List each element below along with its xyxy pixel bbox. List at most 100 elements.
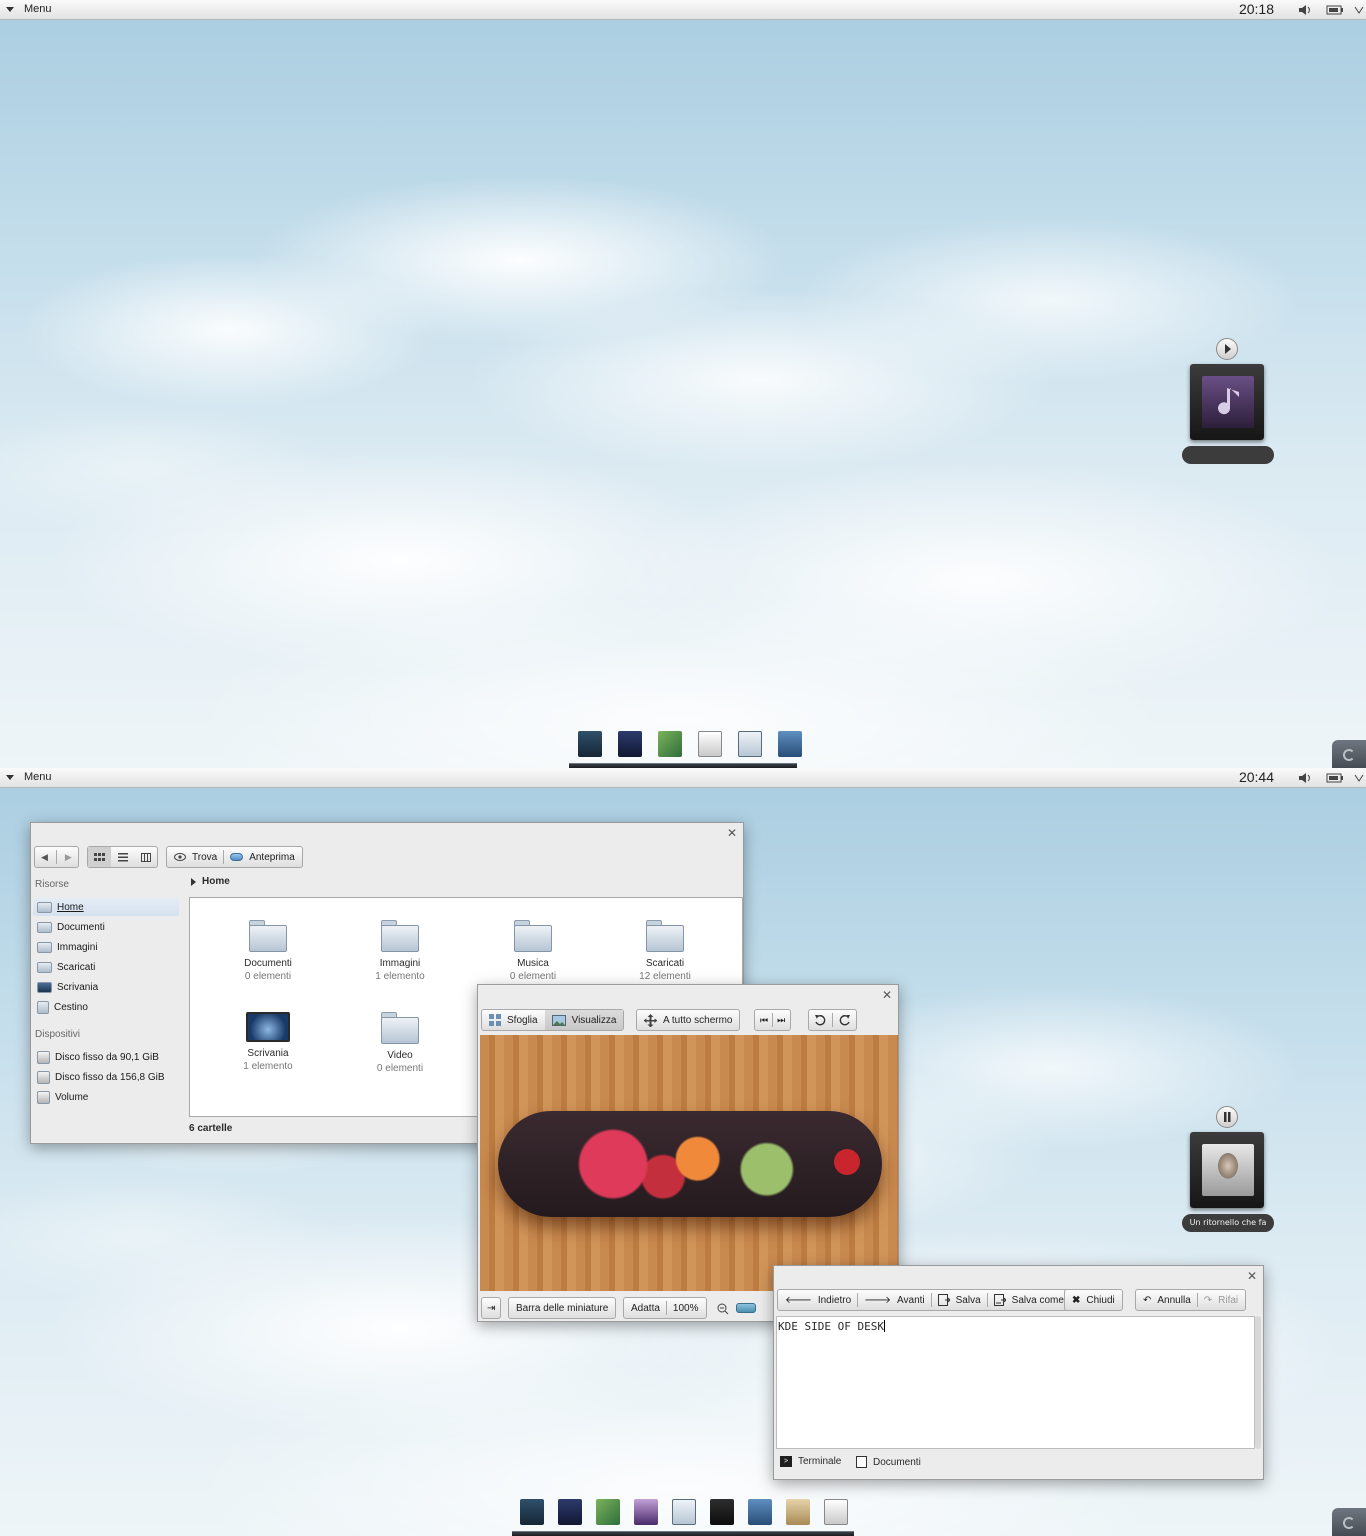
close-window-button[interactable]: ✕ (727, 826, 737, 840)
application-menu-button[interactable]: Menu (6, 3, 52, 15)
folder-item-documents[interactable]: Documenti 0 elementi (203, 920, 333, 982)
close-document-button[interactable]: ✖ Chiudi (1064, 1289, 1123, 1311)
icon-view-button[interactable] (88, 847, 111, 867)
folder-name: Scaricati (645, 958, 685, 969)
corner-activity-button[interactable] (1332, 740, 1366, 768)
back-arrow-icon[interactable]: ◀ (41, 852, 48, 863)
forward-arrow-icon[interactable]: ▶ (65, 852, 72, 863)
dock (578, 731, 802, 757)
sidebar-item-disk-1[interactable]: Disco fisso da 90,1 GiB (33, 1048, 179, 1066)
terminal-label: Terminale (798, 1456, 842, 1467)
separator (772, 1013, 774, 1027)
image-canvas[interactable] (480, 1035, 898, 1291)
spreadsheet-dock-icon[interactable] (778, 731, 802, 757)
last-image-icon[interactable]: ⏭ (777, 1015, 785, 1026)
save-button[interactable]: Salva (956, 1295, 981, 1306)
battery-icon[interactable] (1326, 4, 1344, 16)
fit-button[interactable]: Adatta (631, 1303, 660, 1314)
save-icon (937, 1294, 950, 1306)
tray-expand-icon[interactable] (1354, 4, 1364, 16)
terminal-panel-button[interactable]: > Terminale (780, 1456, 841, 1467)
find-button[interactable]: Trova (192, 852, 217, 863)
sidebar-item-home[interactable]: Home (33, 898, 179, 916)
corner-activity-button[interactable] (1332, 1508, 1366, 1536)
calendar-dock-icon[interactable] (618, 731, 642, 757)
image-viewer-dock-icon[interactable] (658, 731, 682, 757)
sidebar-item-desktop[interactable]: Scrivania (33, 978, 179, 996)
volume-icon[interactable] (1298, 4, 1312, 16)
tray-expand-icon[interactable] (1354, 772, 1364, 784)
rotate-right-icon[interactable] (839, 1014, 851, 1026)
application-menu-button[interactable]: Menu (6, 771, 52, 783)
save-as-button[interactable]: Salva come (1012, 1295, 1064, 1306)
text-editor-dock-icon[interactable] (698, 731, 722, 757)
browse-label: Sfoglia (507, 1014, 538, 1026)
toggle-sidebar-button[interactable]: ⇥ (481, 1297, 502, 1319)
text-editor-dock-icon[interactable] (824, 1499, 848, 1525)
devices-heading: Dispositivi (35, 1029, 81, 1040)
folder-item-desktop[interactable]: Scrivania 1 elemento (203, 1012, 333, 1072)
undo-button[interactable]: Annulla (1157, 1295, 1190, 1306)
forward-arrow-icon: 🡒 (864, 1295, 892, 1306)
volume-icon[interactable] (1298, 772, 1312, 784)
zoom-out-icon[interactable] (717, 1303, 729, 1315)
system-monitor-dock-icon[interactable] (738, 731, 762, 757)
browse-button[interactable]: Sfoglia (482, 1010, 545, 1030)
separator (832, 1013, 833, 1027)
rotate-left-icon[interactable] (814, 1014, 826, 1026)
view-button[interactable]: Visualizza (544, 1010, 624, 1030)
folder-item-music[interactable]: Musica 0 elementi (468, 920, 598, 982)
zoom-value[interactable]: 100% (673, 1303, 699, 1314)
close-window-button[interactable]: ✕ (882, 988, 892, 1002)
editor-scrollbar[interactable] (1255, 1316, 1261, 1449)
menu-arrow-icon (6, 774, 14, 780)
clock[interactable]: 20:18 (1239, 1, 1274, 17)
track-caption (1182, 446, 1274, 464)
breadcrumb[interactable]: Home (191, 876, 230, 887)
text-area[interactable]: KDE SIDE OF DESK (776, 1316, 1255, 1449)
system-monitor-dock-icon[interactable] (672, 1499, 696, 1525)
pause-button[interactable] (1216, 1106, 1238, 1128)
album-cover-portrait (1202, 1144, 1254, 1196)
sidebar-item-volume[interactable]: Volume (33, 1088, 179, 1106)
clock[interactable]: 20:44 (1239, 769, 1274, 785)
battery-icon[interactable] (1326, 772, 1344, 784)
calendar-dock-icon[interactable] (558, 1499, 582, 1525)
documents-panel-button[interactable]: Documenti (856, 1456, 921, 1468)
close-label: Chiudi (1086, 1294, 1115, 1306)
zoom-slider-handle[interactable] (736, 1303, 756, 1313)
fullscreen-label: A tutto schermo (663, 1014, 733, 1026)
sidebar-item-documents[interactable]: Documenti (33, 918, 179, 936)
preview-button[interactable]: Anteprima (249, 852, 295, 863)
folder-item-pictures[interactable]: Immagini 1 elemento (335, 920, 465, 982)
sidebar-item-downloads[interactable]: Scaricati (33, 958, 179, 976)
home-folder-icon (37, 901, 52, 913)
file-manager-dock-icon[interactable] (578, 731, 602, 757)
forward-button[interactable]: Avanti (897, 1295, 925, 1306)
sidebar-item-disk-2[interactable]: Disco fisso da 156,8 GiB (33, 1068, 179, 1086)
list-view-button[interactable] (111, 847, 134, 867)
fullscreen-button[interactable]: A tutto schermo (636, 1009, 741, 1031)
skateboard-image (498, 1111, 882, 1217)
column-view-button[interactable] (134, 847, 157, 867)
view-mode-buttons (87, 846, 158, 868)
folder-count: 0 elementi (376, 1063, 424, 1074)
thumbnail-bar-button[interactable]: Barra delle miniature (508, 1297, 617, 1319)
close-window-button[interactable]: ✕ (1247, 1269, 1257, 1283)
terminal-dock-icon[interactable] (710, 1499, 734, 1525)
zoom-slider[interactable] (736, 1303, 776, 1313)
back-button[interactable]: Indietro (818, 1295, 851, 1306)
image-viewer-dock-icon[interactable] (596, 1499, 620, 1525)
play-button[interactable] (1216, 338, 1238, 360)
clipboard-dock-icon[interactable] (786, 1499, 810, 1525)
first-image-icon[interactable]: ⏮ (760, 1015, 768, 1026)
sidebar-item-trash[interactable]: Cestino (33, 998, 179, 1016)
folder-item-videos[interactable]: Video 0 elementi (335, 1012, 465, 1074)
top-panel: Menu 20:18 (0, 0, 1366, 20)
redo-button[interactable]: Rifai (1218, 1295, 1238, 1306)
folder-item-downloads[interactable]: Scaricati 12 elementi (600, 920, 730, 982)
spreadsheet-dock-icon[interactable] (748, 1499, 772, 1525)
sidebar-item-pictures[interactable]: Immagini (33, 938, 179, 956)
file-manager-dock-icon[interactable] (520, 1499, 544, 1525)
photo-editor-dock-icon[interactable] (634, 1499, 658, 1525)
